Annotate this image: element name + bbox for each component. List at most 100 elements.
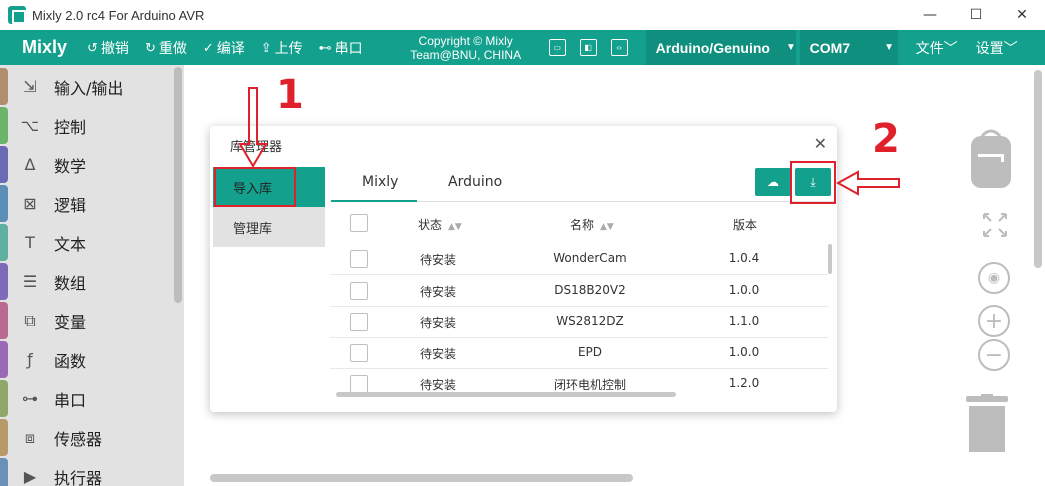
annotation-arrow-down-icon [238,87,268,168]
row-status: 待安装 [419,316,456,330]
sidebar-category[interactable]: ☰ 数组 [0,262,172,301]
maximize-button[interactable]: ☐ [953,0,999,30]
sidebar-scrollbar[interactable] [174,67,182,303]
blocks-view-icon[interactable]: ▭ [548,39,566,56]
close-button[interactable]: ✕ [999,0,1045,30]
port-select-value: COM7 [809,39,851,56]
view-toggle-group: ▭ ◧ ‹› [548,39,642,56]
row-name: WS2812DZ [556,314,624,328]
serial-button[interactable]: ⊷ 串口 [319,38,363,58]
annotation-arrow-left-icon [836,170,900,196]
select-all-checkbox[interactable] [350,214,368,232]
main-toolbar: Mixly ↺ 撤销 ↻ 重做 ✓ 编译 ⇪ 上传 ⊷ 串口 Copyright… [0,30,1045,65]
copyright-line-1: Copyright © Mixly [418,33,513,48]
code-view-icon[interactable]: ‹› [610,39,628,56]
file-menu[interactable]: 文件﹀ [916,38,958,58]
sidebar-category[interactable]: T 文本 [0,223,172,262]
row-checkbox[interactable] [350,344,368,362]
split-view-icon[interactable]: ◧ [579,39,597,56]
category-color-stripe [0,224,8,261]
sidebar-category[interactable]: ⇲ 输入/输出 [0,67,172,106]
row-checkbox[interactable] [350,313,368,331]
title-bar: Mixly 2.0 rc4 For Arduino AVR — ☐ ✕ [0,0,1045,30]
mixly-app-icon [8,6,26,24]
compile-button[interactable]: ✓ 编译 [203,38,245,58]
row-version: 1.1.0 [728,314,760,328]
column-header-version: 版本 [733,218,758,232]
upload-label: 上传 [274,39,303,56]
window-title: Mixly 2.0 rc4 For Arduino AVR [32,7,205,23]
row-checkbox[interactable] [350,282,368,300]
category-color-stripe [0,458,8,486]
nav-manage-library[interactable]: 管理库 [213,207,325,247]
sidebar-category[interactable]: ▶ 执行器 [0,457,172,486]
tab-mixly[interactable]: Mixly [362,174,398,190]
board-select-value: Arduino/Genuino [655,39,770,56]
category-color-stripe [0,146,8,183]
board-select[interactable]: Arduino/Genuino ▼ [645,30,796,65]
row-version: 1.0.0 [728,345,760,359]
sidebar-category[interactable]: ⊶ 串口 [0,379,172,418]
row-version: 1.0.4 [728,251,760,265]
sidebar-category[interactable]: ⧉ 变量 [0,301,172,340]
row-name: 闭环电机控制 [553,378,626,392]
minimize-button[interactable]: — [907,0,953,30]
dialog-close-icon[interactable]: ✕ [814,134,827,153]
column-header-name[interactable]: 名称 ▲▼ [570,216,614,233]
sidebar-category[interactable]: ∆ 数学 [0,145,172,184]
category-label: 传感器 [54,429,103,449]
row-status: 待安装 [419,285,456,299]
row-status: 待安装 [419,347,456,361]
sidebar-category[interactable]: ⊠ 逻辑 [0,184,172,223]
mixly-window: Mixly 2.0 rc4 For Arduino AVR — ☐ ✕ Mixl… [0,0,1045,486]
table-row[interactable]: 待安装 EPD 1.0.0 [330,338,828,369]
upload-button[interactable]: ⇪ 上传 [261,38,303,58]
category-color-stripe [0,419,8,456]
recenter-icon[interactable]: ◉ [978,262,1010,294]
undo-button[interactable]: ↺ 撤销 [87,38,129,58]
column-header-status[interactable]: 状态 ▲▼ [418,216,462,233]
zoom-out-icon[interactable]: − [978,339,1010,371]
category-label: 数组 [54,273,87,293]
category-color-stripe [0,302,8,339]
row-name: EPD [577,345,603,359]
category-icon: ∆ [24,155,36,174]
category-icon: ⧈ [24,427,36,447]
category-label: 函数 [54,351,87,371]
category-label: 执行器 [54,468,103,486]
table-row[interactable]: 待安装 WS2812DZ 1.1.0 [330,307,828,338]
sidebar-category[interactable]: ⌥ 控制 [0,106,172,145]
table-row[interactable]: 待安装 WonderCam 1.0.4 [330,244,828,275]
category-color-stripe [0,380,8,417]
row-name: DS18B20V2 [554,283,626,297]
row-checkbox[interactable] [350,375,368,393]
settings-menu[interactable]: 设置﹀ [976,38,1018,58]
redo-button[interactable]: ↻ 重做 [145,38,187,58]
workspace-vertical-scrollbar[interactable] [1034,70,1042,268]
cloud-icon: ☁ [767,175,779,189]
cloud-library-button[interactable]: ☁ [755,168,791,196]
sidebar-category[interactable]: ƒ 函数 [0,340,172,379]
tab-arduino[interactable]: Arduino [448,174,502,190]
category-icon: ⊶ [22,389,38,408]
category-color-stripe [0,341,8,378]
table-vertical-scrollbar[interactable] [828,244,832,274]
table-horizontal-scrollbar[interactable] [336,392,676,397]
table-row[interactable]: 待安装 DS18B20V2 1.0.0 [330,276,828,307]
row-name: WonderCam [553,251,627,265]
library-manager-dialog: 库管理器 ✕ 导入库 管理库 Mixly Arduino ☁ ⤓ 状态 ▲▼ 名… [210,126,837,412]
row-checkbox[interactable] [350,250,368,268]
category-color-stripe [0,107,8,144]
workspace-horizontal-scrollbar[interactable] [210,474,633,482]
backpack-icon[interactable] [970,128,1012,188]
fullscreen-icon[interactable] [982,212,1008,238]
zoom-in-icon[interactable]: + [978,305,1010,337]
brand-logo: Mixly [22,37,68,57]
category-color-stripe [0,263,8,300]
trash-icon[interactable] [966,394,1008,452]
category-label: 变量 [54,312,87,332]
sidebar-category[interactable]: ⧈ 传感器 [0,418,172,457]
port-select[interactable]: COM7 ▼ [799,30,898,65]
category-color-stripe [0,185,8,222]
library-tabs: Mixly Arduino ☁ ⤓ [330,162,836,202]
